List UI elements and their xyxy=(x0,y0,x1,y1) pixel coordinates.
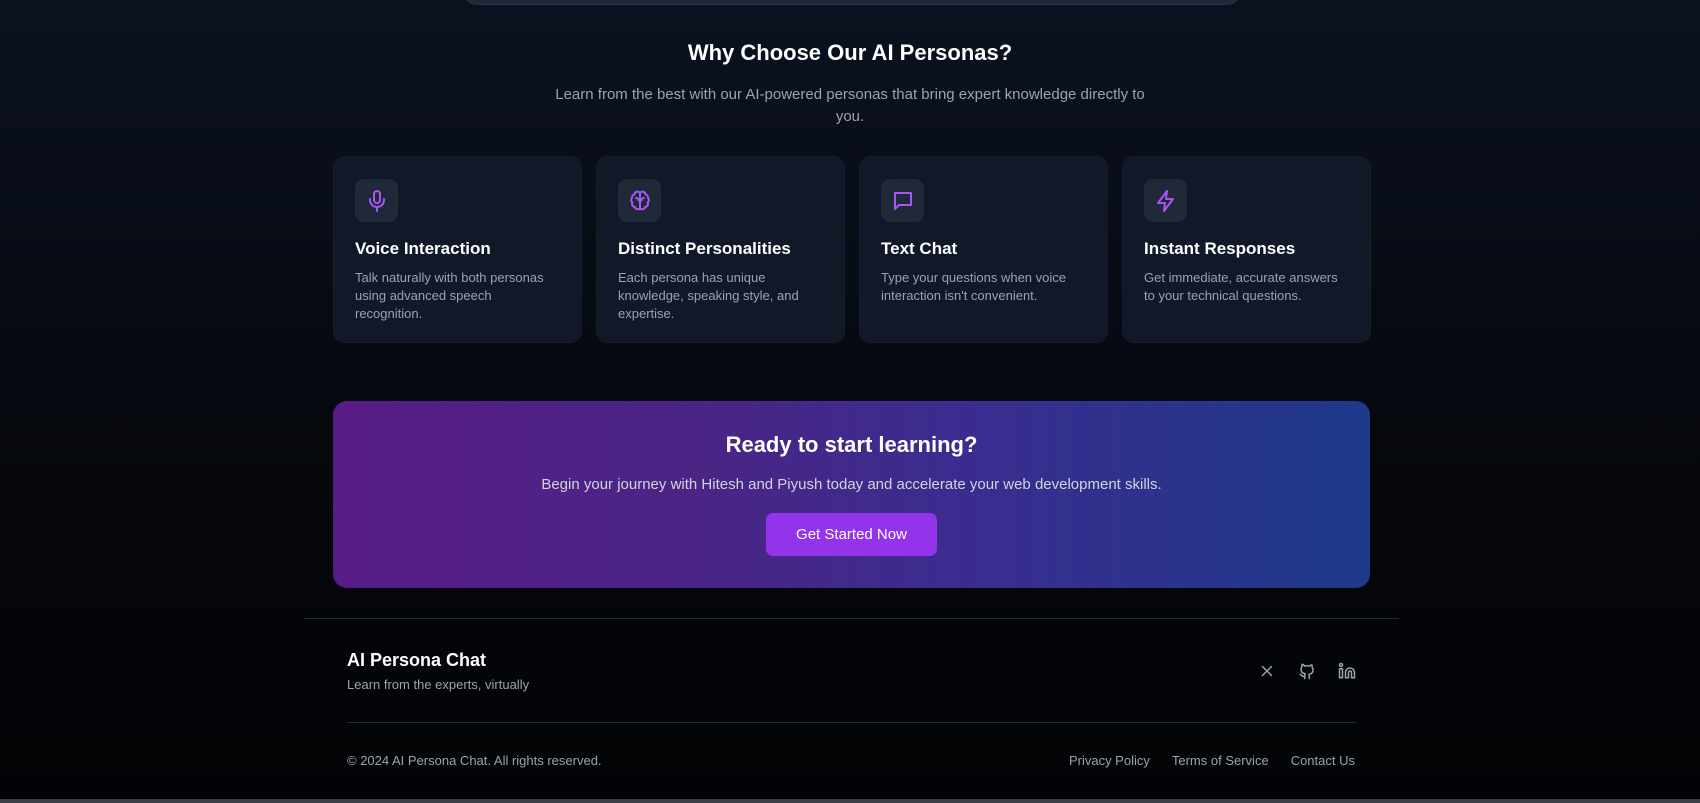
linkedin-icon[interactable] xyxy=(1336,660,1358,682)
microphone-icon xyxy=(355,179,398,222)
footer-brand: AI Persona Chat xyxy=(347,650,487,670)
feature-card-desc: Talk naturally with both personas using … xyxy=(355,270,544,321)
github-icon[interactable] xyxy=(1296,660,1318,682)
feature-card-desc: Type your questions when voice interacti… xyxy=(881,270,1066,303)
viewport-bottom-strip xyxy=(0,799,1700,803)
footer-links: Privacy Policy Terms of Service Contact … xyxy=(1069,753,1355,768)
feature-card-title: Voice Interaction xyxy=(355,239,491,258)
feature-cards: Voice Interaction Talk naturally with bo… xyxy=(333,156,1371,343)
x-icon[interactable] xyxy=(1256,660,1278,682)
lightning-icon xyxy=(1144,179,1187,222)
feature-card-title: Instant Responses xyxy=(1144,239,1296,258)
feature-card-text-chat: Text Chat Type your questions when voice… xyxy=(859,156,1108,343)
feature-card-voice: Voice Interaction Talk naturally with bo… xyxy=(333,156,582,343)
cta-title: Ready to start learning? xyxy=(725,432,978,457)
copyright-text: © 2024 AI Persona Chat. All rights reser… xyxy=(347,753,602,768)
privacy-policy-link[interactable]: Privacy Policy xyxy=(1069,753,1150,768)
footer-divider xyxy=(304,618,1399,619)
features-title: Why Choose Our AI Personas? xyxy=(687,40,1013,65)
search-bar-edge xyxy=(463,0,1241,5)
contact-us-link[interactable]: Contact Us xyxy=(1291,753,1355,768)
feature-card-desc: Get immediate, accurate answers to your … xyxy=(1144,270,1338,303)
feature-card-title: Distinct Personalities xyxy=(618,239,791,258)
feature-card-title: Text Chat xyxy=(881,239,958,258)
footer-tagline: Learn from the experts, virtually xyxy=(347,677,530,692)
terms-of-service-link[interactable]: Terms of Service xyxy=(1172,753,1269,768)
feature-card-desc: Each persona has unique knowledge, speak… xyxy=(618,270,799,321)
social-links xyxy=(1256,660,1358,682)
cta-banner: Ready to start learning? Begin your jour… xyxy=(333,401,1370,588)
chat-bubble-icon xyxy=(881,179,924,222)
features-subtitle: Learn from the best with our AI-powered … xyxy=(555,86,1145,125)
cta-subtitle: Begin your journey with Hitesh and Piyus… xyxy=(541,476,1162,493)
feature-card-instant: Instant Responses Get immediate, accurat… xyxy=(1122,156,1371,343)
get-started-button[interactable]: Get Started Now xyxy=(766,513,937,556)
brain-icon xyxy=(618,179,661,222)
footer-divider-bottom xyxy=(347,722,1356,723)
feature-card-personalities: Distinct Personalities Each persona has … xyxy=(596,156,845,343)
